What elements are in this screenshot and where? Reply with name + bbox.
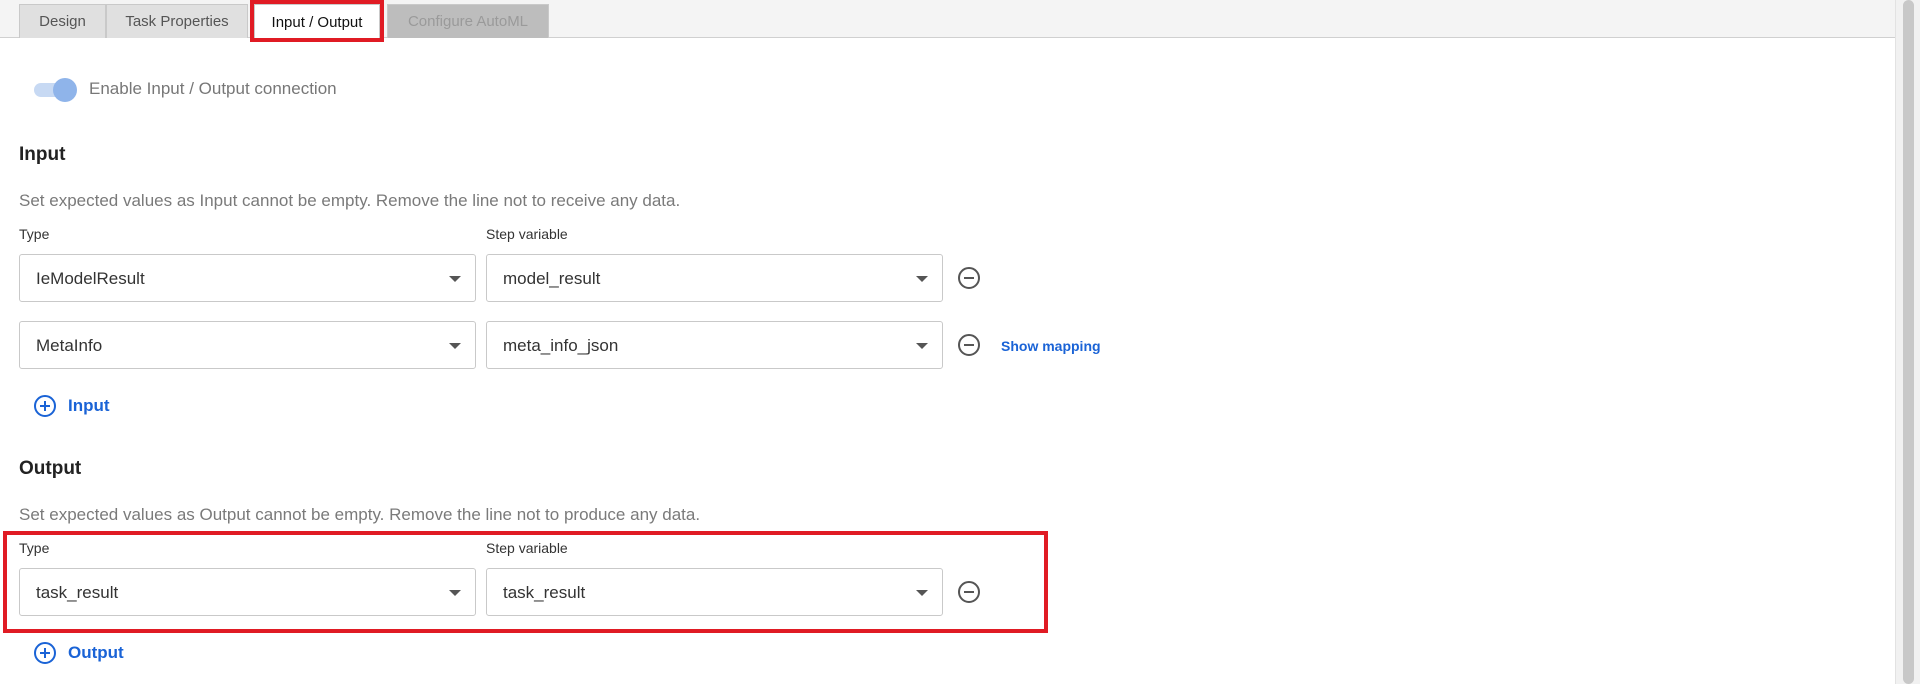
add-input-label: Input [68,396,110,415]
plus-circle-icon [34,395,56,417]
highlight-box-tab [250,0,384,42]
input-description: Set expected values as Input cannot be e… [19,191,681,210]
output-heading: Output [19,458,82,479]
tab-configure-automl[interactable]: Configure AutoML [387,4,549,38]
io-connection-toggle[interactable] [34,78,78,102]
input-variable-select-1[interactable]: model_result [486,254,943,302]
chevron-down-icon [449,276,461,282]
scrollbar-thumb[interactable] [1903,0,1914,684]
highlight-box-output [3,531,1048,633]
chevron-down-icon [449,343,461,349]
input-heading: Input [19,144,66,165]
show-mapping-link[interactable]: Show mapping [1001,338,1101,354]
remove-input-row-icon[interactable] [958,267,980,289]
vertical-scrollbar[interactable] [1895,0,1920,684]
tab-task-properties[interactable]: Task Properties [106,4,248,38]
input-variable-select-2[interactable]: meta_info_json [486,321,943,369]
input-variable-label: Step variable [486,226,568,242]
select-value: MetaInfo [36,336,103,355]
input-type-label: Type [19,226,50,242]
input-type-select-2[interactable]: MetaInfo [19,321,476,369]
output-description: Set expected values as Output cannot be … [19,505,701,524]
remove-input-row-icon[interactable] [958,334,980,356]
add-output-label: Output [68,643,124,662]
add-output-button[interactable]: Output [34,642,124,664]
select-value: meta_info_json [503,336,619,355]
chevron-down-icon [916,276,928,282]
tab-design[interactable]: Design [19,4,106,38]
toggle-knob [53,78,77,102]
chevron-down-icon [916,343,928,349]
add-input-button[interactable]: Input [34,395,110,417]
select-value: IeModelResult [36,269,145,288]
plus-circle-icon [34,642,56,664]
select-value: model_result [503,269,601,288]
toggle-label: Enable Input / Output connection [89,79,337,98]
input-type-select-1[interactable]: IeModelResult [19,254,476,302]
